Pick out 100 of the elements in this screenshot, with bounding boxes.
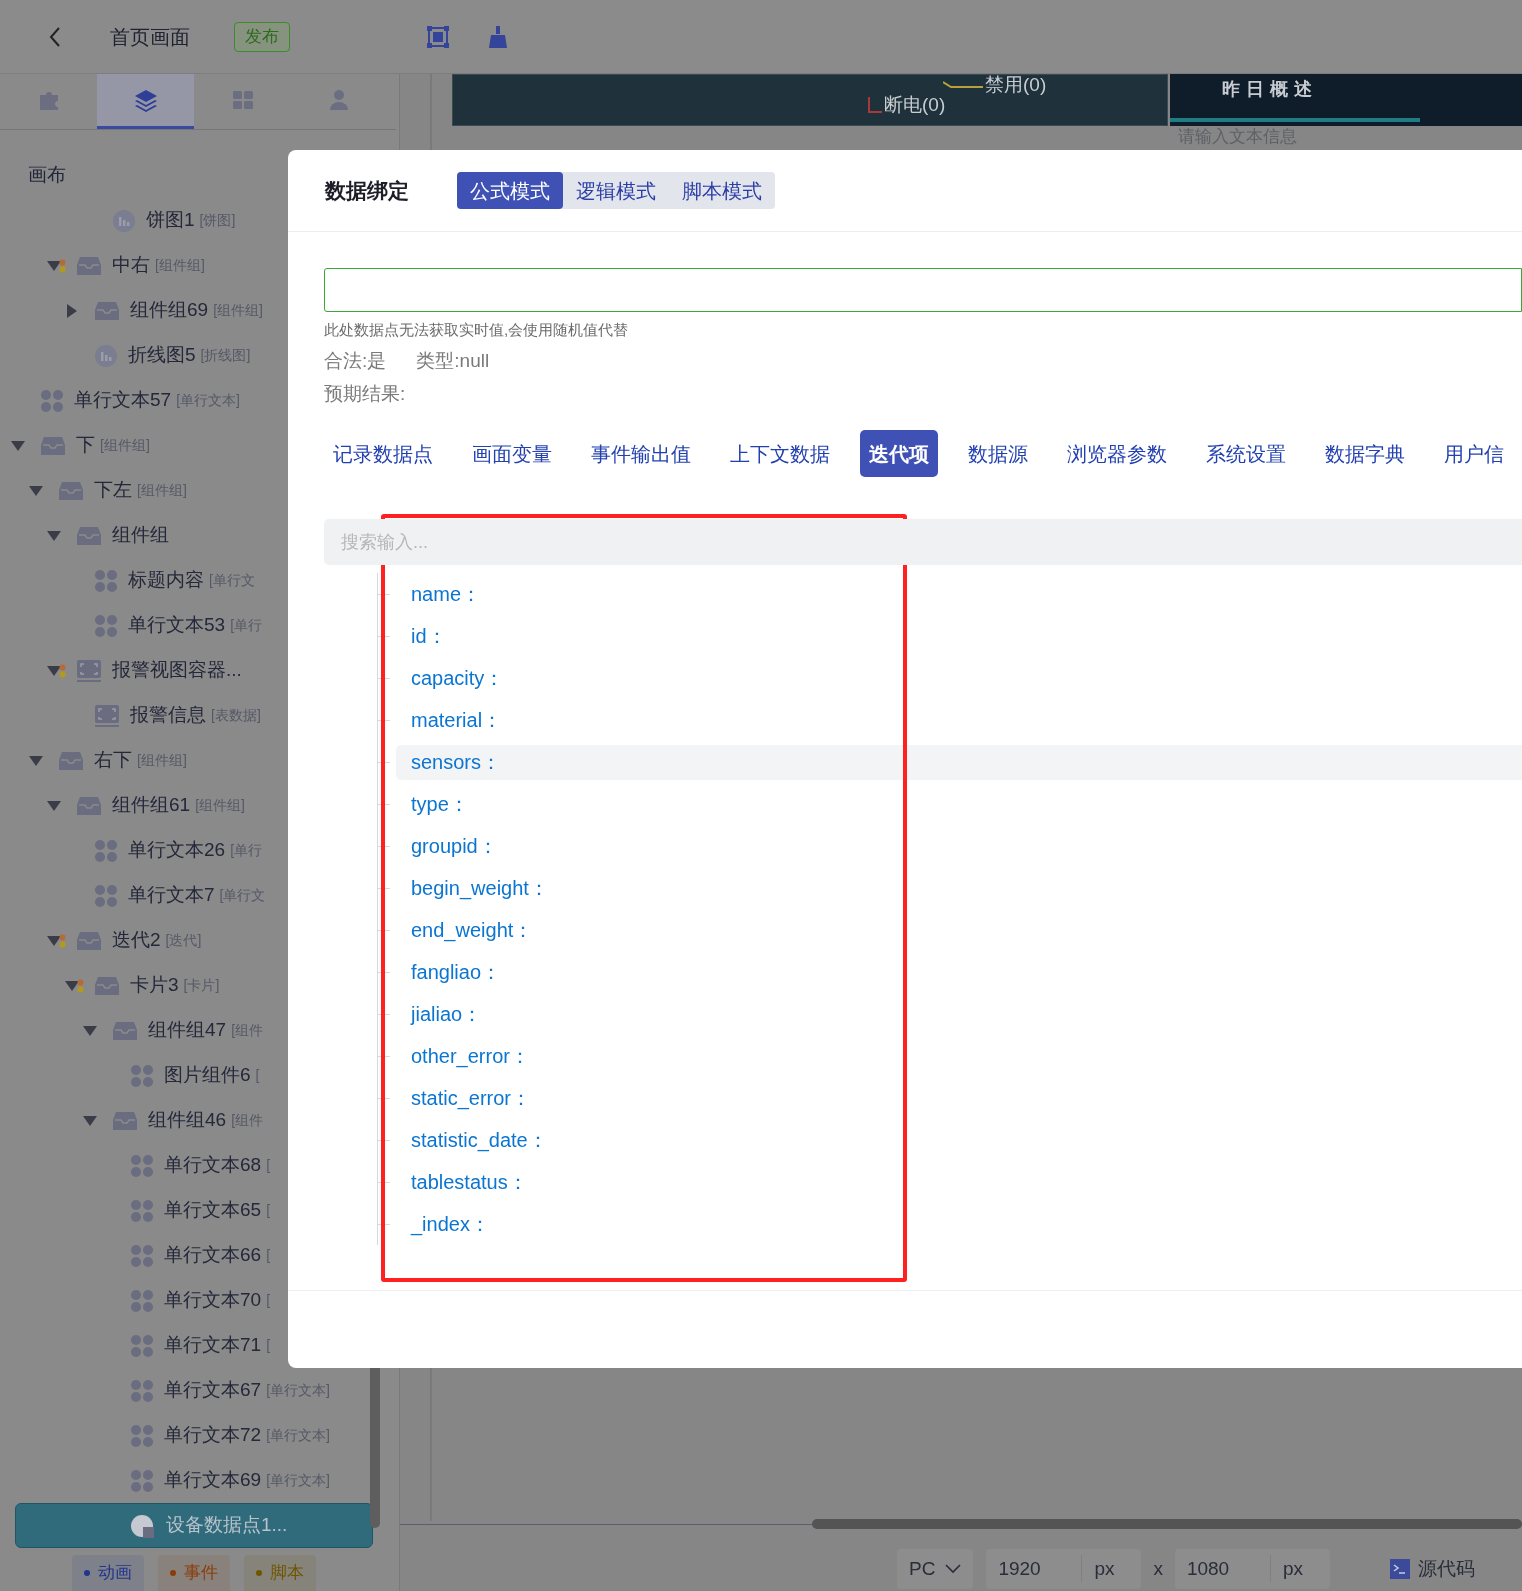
field-item[interactable]: id：: [396, 618, 1522, 654]
field-item[interactable]: fangliao：: [396, 954, 1522, 990]
chevron-down-icon: [945, 1564, 962, 1574]
source-tab[interactable]: 迭代项: [860, 430, 938, 477]
tree-item[interactable]: 单行文本65: [164, 1196, 262, 1225]
tree-item[interactable]: 下: [76, 431, 95, 460]
hint-text: 此处数据点无法获取实时值,会使用随机值代替: [324, 320, 630, 340]
mode-tab[interactable]: 公式模式: [457, 172, 563, 209]
mode-tab[interactable]: 逻辑模式: [563, 172, 669, 209]
chart-icon: [112, 208, 136, 233]
tree-item[interactable]: 组件组: [112, 521, 169, 550]
tree-item[interactable]: 单行文本57: [74, 386, 172, 415]
expression-field[interactable]: [324, 268, 1522, 312]
tree-item[interactable]: 单行文本7: [128, 881, 215, 910]
tree-item[interactable]: 组件组47: [148, 1016, 227, 1045]
source-tab[interactable]: 记录数据点: [324, 430, 442, 477]
field-item[interactable]: type：: [396, 786, 1522, 822]
mode-tab[interactable]: 脚本模式: [669, 172, 775, 209]
source-tab[interactable]: 系统设置: [1197, 430, 1295, 477]
field-item[interactable]: begin_weight：: [396, 870, 1522, 906]
tree-item[interactable]: 组件组69: [130, 296, 209, 325]
tree-item[interactable]: 单行文本69: [164, 1466, 262, 1495]
source-tab[interactable]: 用户信: [1435, 430, 1513, 477]
caret-icon[interactable]: [46, 664, 62, 677]
scrollbar[interactable]: [812, 1519, 1522, 1529]
field-item[interactable]: other_error：: [396, 1038, 1522, 1074]
tray-icon: [94, 300, 120, 321]
tray-icon: [112, 1110, 138, 1131]
tree-item[interactable]: 单行文本71: [164, 1331, 262, 1360]
brush-icon[interactable]: [486, 24, 510, 49]
caret-icon[interactable]: [46, 259, 62, 272]
source-tab[interactable]: 上下文数据: [721, 430, 839, 477]
field-item[interactable]: statistic_date：: [396, 1122, 1522, 1158]
caret-icon[interactable]: [82, 1114, 98, 1127]
user-icon: [328, 89, 351, 111]
caret-icon[interactable]: [46, 799, 62, 812]
tree-item[interactable]: 组件组46: [148, 1106, 227, 1135]
caret-icon[interactable]: [28, 754, 44, 767]
tree-item[interactable]: 单行文本70: [164, 1286, 262, 1315]
petals-icon: [130, 1378, 154, 1403]
tree-item[interactable]: 单行文本67: [164, 1376, 262, 1405]
caret-icon[interactable]: [66, 302, 78, 319]
petals-icon: [130, 1423, 154, 1448]
type-tag: [: [266, 1245, 271, 1266]
device-select[interactable]: PC: [897, 1549, 974, 1589]
tree-item[interactable]: 中右: [112, 251, 150, 280]
back-icon[interactable]: [48, 25, 62, 48]
tree-item[interactable]: 单行文本53: [128, 611, 226, 640]
caret-icon[interactable]: [46, 934, 62, 947]
caret-icon[interactable]: [82, 1024, 98, 1037]
tree-item[interactable]: 单行文本66: [164, 1241, 262, 1270]
field-item[interactable]: tablestatus：: [396, 1164, 1522, 1200]
tray-icon: [40, 435, 66, 456]
field-item[interactable]: capacity：: [396, 660, 1522, 696]
petals-icon: [130, 1198, 154, 1223]
height-field[interactable]: 1080 px: [1174, 1549, 1330, 1589]
panel-button[interactable]: 动画: [72, 1555, 144, 1591]
tree-item[interactable]: 图片组件6: [164, 1061, 251, 1090]
tree-item[interactable]: 右下: [94, 746, 132, 775]
tree-item[interactable]: 单行文本72: [164, 1421, 262, 1450]
tree-item[interactable]: 迭代2: [112, 926, 161, 955]
caret-icon[interactable]: [28, 484, 44, 497]
tree-item[interactable]: 单行文本26: [128, 836, 226, 865]
type-tag: [: [266, 1200, 271, 1221]
field-item[interactable]: end_weight：: [396, 912, 1522, 948]
field-item[interactable]: static_error：: [396, 1080, 1522, 1116]
petals-icon: [94, 883, 118, 908]
field-item[interactable]: sensors：: [396, 744, 1522, 780]
source-tab[interactable]: 画面变量: [463, 430, 561, 477]
source-tab[interactable]: 事件输出值: [582, 430, 700, 477]
tree-item[interactable]: 报警视图容器...: [112, 656, 242, 685]
tree-item[interactable]: 设备数据点1...: [15, 1503, 373, 1548]
source-tab[interactable]: 浏览器参数: [1058, 430, 1176, 477]
tree-item[interactable]: 单行文本68: [164, 1151, 262, 1180]
tree-item[interactable]: 卡片3: [130, 971, 179, 1000]
source-tab[interactable]: 数据字典: [1316, 430, 1414, 477]
width-field[interactable]: 1920 px: [986, 1549, 1142, 1589]
tree-item[interactable]: 报警信息: [130, 701, 206, 730]
grid-icon: [231, 90, 254, 110]
search-field[interactable]: 搜索输入...: [324, 519, 1522, 565]
tree-item[interactable]: 组件组61: [112, 791, 191, 820]
gauge-icon: [130, 1512, 156, 1539]
tree-item[interactable]: 饼图1: [146, 206, 195, 235]
caret-icon[interactable]: [46, 529, 62, 542]
petals-icon: [94, 838, 118, 863]
field-item[interactable]: _index：: [396, 1206, 1522, 1242]
tree-item[interactable]: 标题内容: [128, 566, 204, 595]
source-tab[interactable]: 数据源: [959, 430, 1037, 477]
caret-icon[interactable]: [64, 979, 80, 992]
caret-icon[interactable]: [10, 439, 26, 452]
source-code-button[interactable]: 源代码: [1389, 1554, 1475, 1584]
field-item[interactable]: groupid：: [396, 828, 1522, 864]
focus-frame-icon[interactable]: [426, 24, 450, 49]
type-tag: [: [255, 1065, 260, 1086]
field-item[interactable]: material：: [396, 702, 1522, 738]
field-item[interactable]: jialiao：: [396, 996, 1522, 1032]
field-item[interactable]: name：: [396, 576, 1522, 612]
tree-item[interactable]: 下左: [94, 476, 132, 505]
panel-tab[interactable]: [97, 74, 194, 129]
tree-item[interactable]: 折线图5: [128, 341, 196, 370]
